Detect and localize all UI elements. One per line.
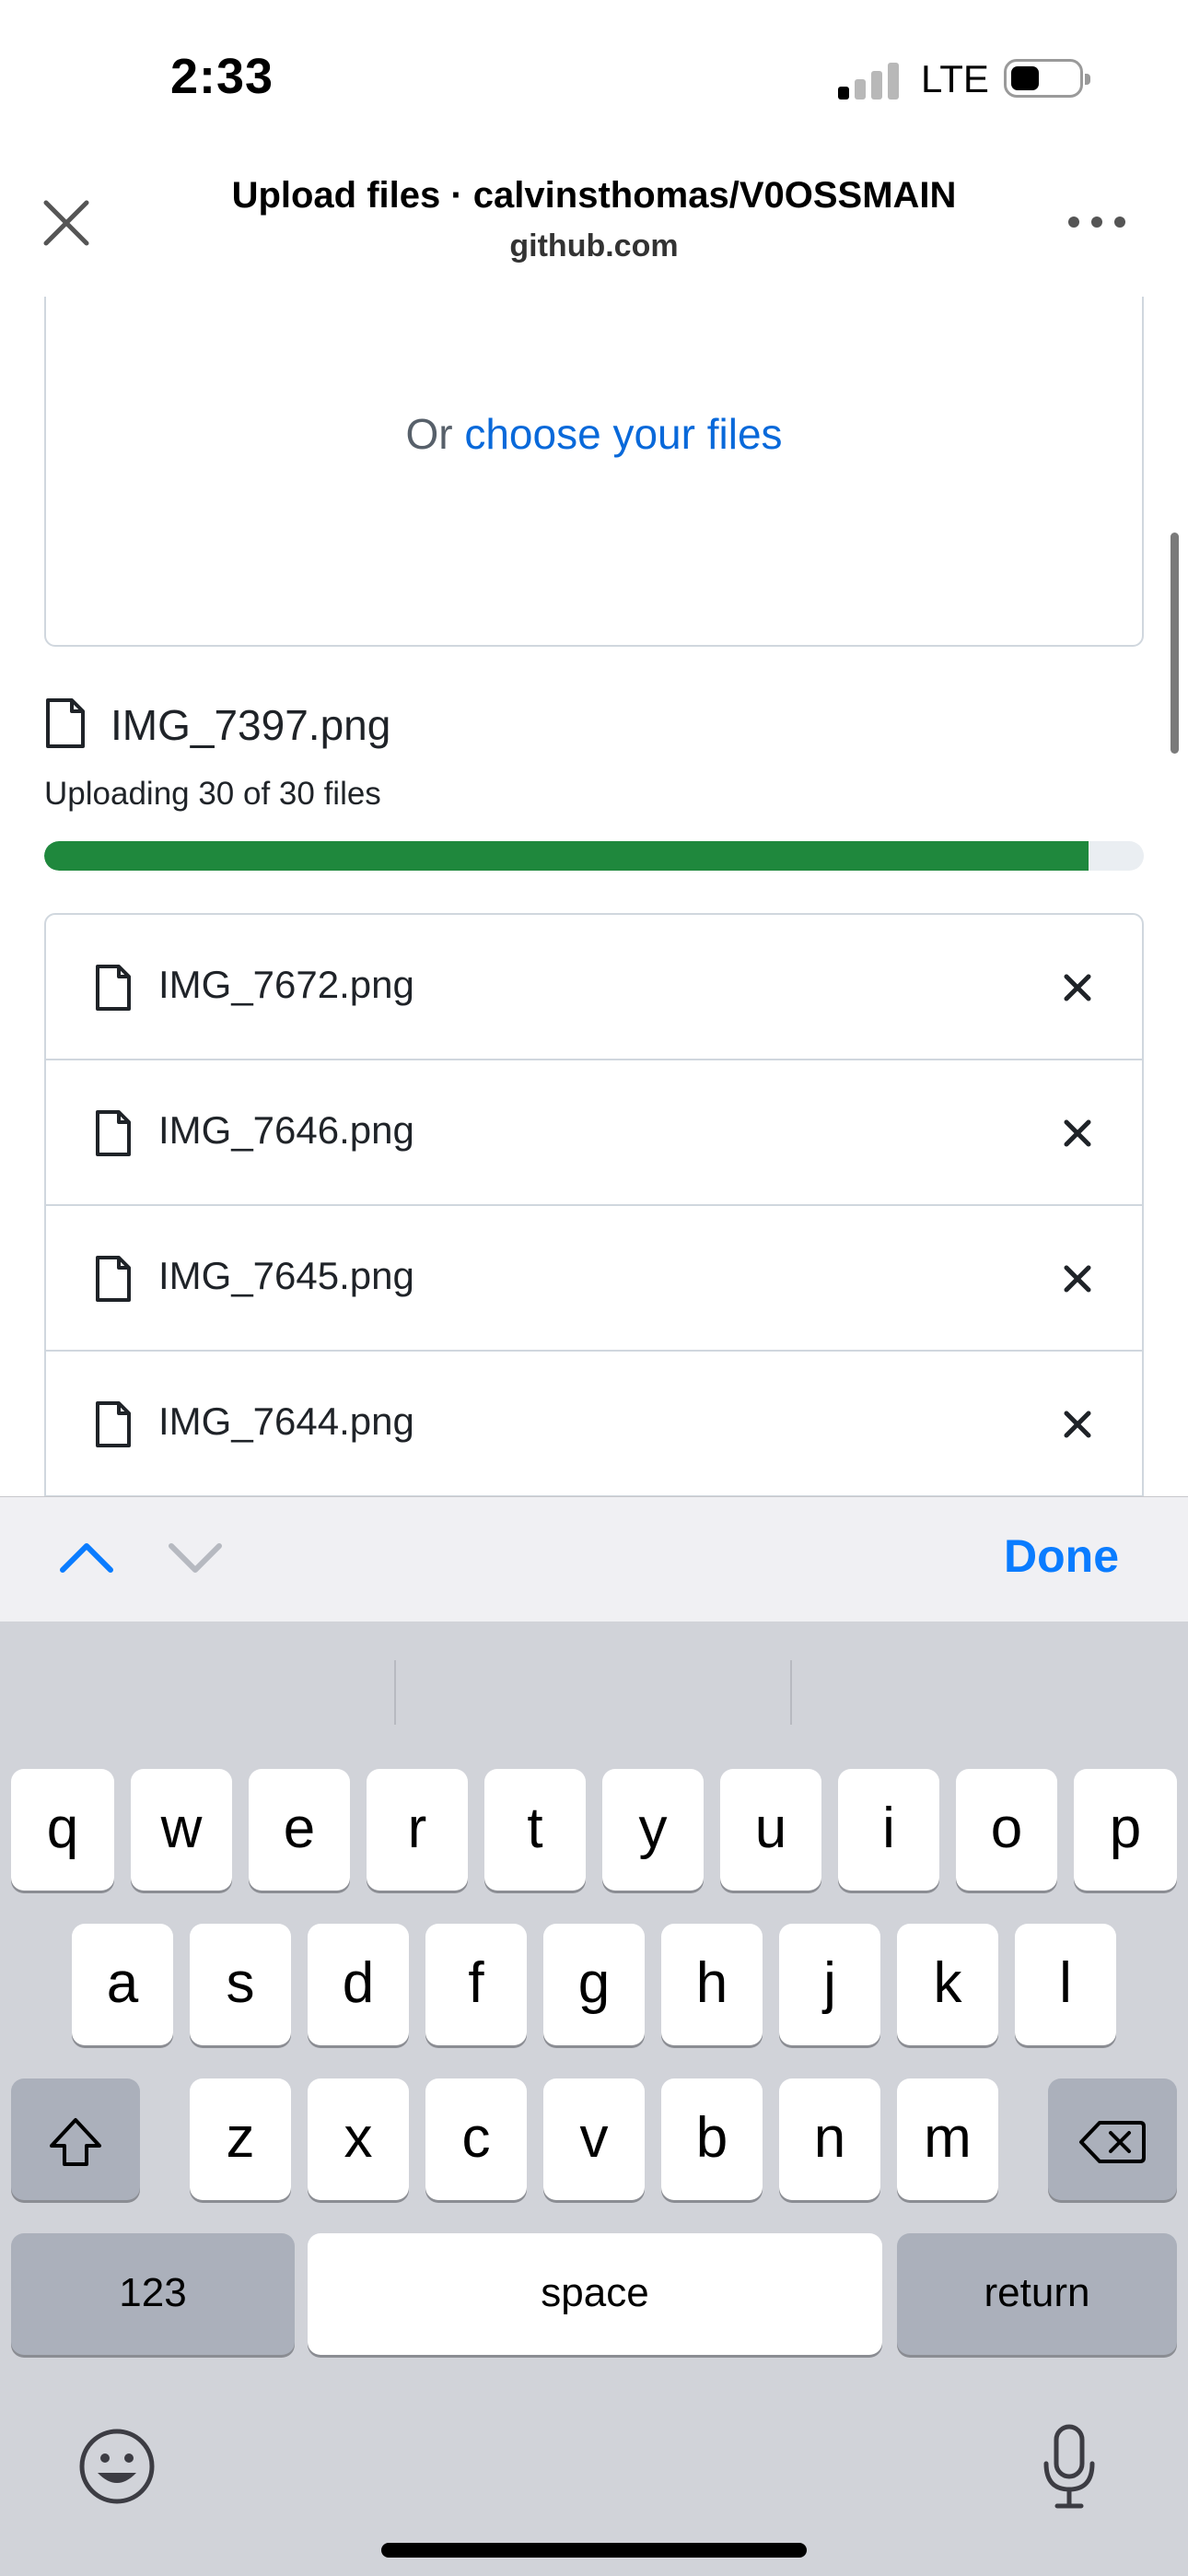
remove-file-icon[interactable]: [1059, 969, 1096, 1006]
more-options-icon[interactable]: [1068, 207, 1133, 235]
file-name: IMG_7672.png: [158, 963, 414, 1006]
key-o[interactable]: o: [956, 1769, 1057, 1891]
network-type: LTE: [921, 57, 989, 100]
key-x[interactable]: x: [308, 2078, 409, 2200]
choose-prefix: Or: [405, 410, 453, 458]
choose-files-link[interactable]: choose your files: [464, 410, 782, 458]
key-r[interactable]: r: [367, 1769, 468, 1891]
key-t[interactable]: t: [484, 1769, 586, 1891]
key-m[interactable]: m: [897, 2078, 998, 2200]
remove-file-icon[interactable]: [1059, 1406, 1096, 1443]
file-row: IMG_7646.png: [46, 1060, 1142, 1206]
file-row: IMG_7645.png: [46, 1206, 1142, 1352]
space-key[interactable]: space: [308, 2233, 882, 2355]
key-v[interactable]: v: [543, 2078, 645, 2200]
key-c[interactable]: c: [425, 2078, 527, 2200]
suggestion-divider: [790, 1660, 792, 1725]
close-icon[interactable]: [37, 193, 96, 252]
numbers-key[interactable]: 123: [11, 2233, 295, 2355]
emoji-icon[interactable]: [77, 2427, 157, 2506]
upload-progress-fill: [44, 841, 1089, 871]
chevron-up-icon[interactable]: [57, 1539, 116, 1575]
page-content: Or choose your files IMG_7397.png Upload…: [0, 297, 1188, 1496]
key-g[interactable]: g: [543, 1924, 645, 2045]
file-icon: [94, 1108, 133, 1158]
upload-status-text: Uploading 30 of 30 files: [44, 776, 381, 812]
key-k[interactable]: k: [897, 1924, 998, 2045]
file-dropzone[interactable]: [44, 297, 1144, 647]
key-h[interactable]: h: [661, 1924, 763, 2045]
key-e[interactable]: e: [249, 1769, 350, 1891]
key-p[interactable]: p: [1074, 1769, 1177, 1891]
file-row: IMG_7644.png: [46, 1352, 1142, 1496]
key-l[interactable]: l: [1015, 1924, 1116, 2045]
key-q[interactable]: q: [11, 1769, 114, 1891]
key-j[interactable]: j: [779, 1924, 880, 2045]
file-list: IMG_7672.png IMG_7646.png IMG_7645.png I…: [44, 913, 1144, 1496]
battery-icon: [1004, 59, 1090, 98]
page-domain: github.com: [509, 228, 679, 263]
key-s[interactable]: s: [190, 1924, 291, 2045]
file-icon: [94, 963, 133, 1013]
done-button[interactable]: Done: [1004, 1529, 1119, 1583]
page-title: Upload files · calvinsthomas/V0OSSMAIN: [231, 175, 957, 216]
page-scrollbar[interactable]: [1171, 533, 1179, 754]
current-upload-filename: IMG_7397.png: [111, 701, 391, 749]
return-key[interactable]: return: [897, 2233, 1177, 2355]
key-b[interactable]: b: [661, 2078, 763, 2200]
choose-files-line: Or choose your files: [0, 409, 1188, 459]
status-time: 2:33: [170, 49, 274, 104]
microphone-icon[interactable]: [1039, 2423, 1100, 2512]
upload-progress-bar: [44, 841, 1144, 871]
file-row: IMG_7672.png: [46, 915, 1142, 1060]
key-a[interactable]: a: [72, 1924, 173, 2045]
chevron-down-icon[interactable]: [166, 1539, 225, 1575]
file-name: IMG_7644.png: [158, 1399, 414, 1443]
shift-key[interactable]: [11, 2078, 140, 2200]
signal-strength-icon: [838, 61, 899, 100]
remove-file-icon[interactable]: [1059, 1115, 1096, 1152]
suggestion-divider: [394, 1660, 396, 1725]
file-name: IMG_7645.png: [158, 1254, 414, 1297]
key-z[interactable]: z: [190, 2078, 291, 2200]
key-i[interactable]: i: [838, 1769, 939, 1891]
key-n[interactable]: n: [779, 2078, 880, 2200]
file-name: IMG_7646.png: [158, 1108, 414, 1152]
shift-icon: [50, 2117, 101, 2166]
file-icon: [94, 1254, 133, 1304]
backspace-key[interactable]: [1048, 2078, 1177, 2200]
remove-file-icon[interactable]: [1059, 1260, 1096, 1297]
key-d[interactable]: d: [308, 1924, 409, 2045]
key-u[interactable]: u: [720, 1769, 821, 1891]
file-icon: [44, 697, 87, 752]
key-w[interactable]: w: [131, 1769, 232, 1891]
file-icon: [94, 1399, 133, 1449]
key-f[interactable]: f: [425, 1924, 527, 2045]
home-indicator[interactable]: [381, 2543, 807, 2558]
backspace-icon: [1079, 2120, 1146, 2163]
key-y[interactable]: y: [602, 1769, 704, 1891]
